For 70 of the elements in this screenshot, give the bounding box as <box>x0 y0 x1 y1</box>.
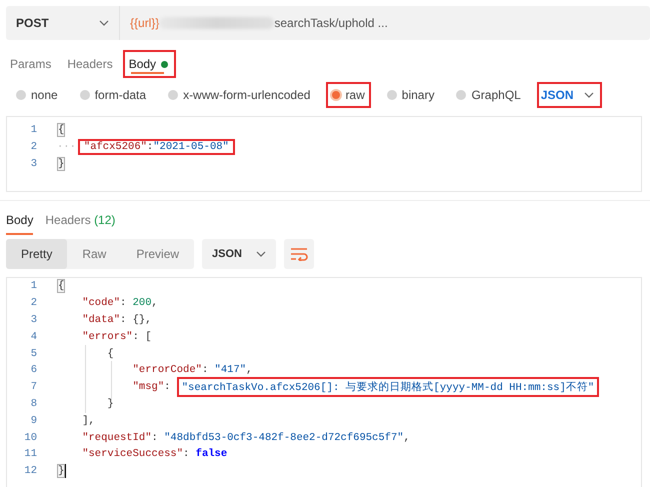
status-dot-icon <box>161 60 168 68</box>
code-text: "417" <box>214 364 246 376</box>
request-tab[interactable]: Params <box>4 50 60 78</box>
line-number: 4 <box>30 330 38 343</box>
line-number: 1 <box>30 124 38 136</box>
line-number: 7 <box>30 381 38 394</box>
code-text: : <box>202 364 210 376</box>
code-text: "afcx5206":"2021-05-08" <box>78 138 235 154</box>
body-type-radio[interactable]: raw <box>326 82 371 108</box>
code-text: "requestId" <box>81 432 152 444</box>
body-type-radio[interactable]: none <box>10 82 64 108</box>
bracket-text: } <box>57 464 66 478</box>
format-dropdown[interactable]: JSON <box>202 239 276 269</box>
view-mode-button[interactable]: Pretty <box>6 239 68 269</box>
line-number: 11 <box>23 448 38 460</box>
code-text: : <box>152 432 159 444</box>
view-mode-button[interactable]: Raw <box>67 239 122 269</box>
body-type-radio[interactable]: binary <box>380 82 440 108</box>
code-text: , <box>152 297 158 310</box>
code-text: : <box>120 297 128 310</box>
code-text: "data" <box>81 314 120 326</box>
caret-icon <box>584 92 594 98</box>
body-type-radio[interactable]: x-www-form-urlencoded <box>162 82 316 108</box>
bracket-text: { <box>57 279 66 294</box>
line-number: 2 <box>30 297 38 310</box>
response-tab[interactable]: Body <box>6 213 34 235</box>
code-text: false <box>196 448 228 460</box>
body-type-radio[interactable]: form-data <box>74 82 152 108</box>
line-number: 12 <box>23 465 38 478</box>
request-tab[interactable]: Body <box>122 50 176 78</box>
line-number: 3 <box>30 158 38 170</box>
code-text: "msg" <box>132 381 164 394</box>
line-number: 5 <box>30 348 38 360</box>
wrap-lines-icon <box>290 247 308 261</box>
code-text: 200 <box>132 297 152 310</box>
code-text: , <box>404 432 410 444</box>
caret-icon <box>256 251 266 257</box>
code-text: ], <box>81 414 95 427</box>
line-number: 9 <box>30 414 38 427</box>
code-text: "errorCode" <box>132 364 202 376</box>
code-text: "serviceSuccess" <box>81 448 184 460</box>
code-text: "searchTaskVo.afcx5206[]: 与要求的日期格式[yyyy-MM-dd HH:mm:ss]不符" <box>176 377 600 398</box>
line-number: 6 <box>30 364 38 376</box>
view-mode-button[interactable]: Preview <box>121 239 194 269</box>
code-text: } <box>106 398 114 410</box>
request-tab[interactable]: Headers <box>61 50 121 78</box>
whitespace-marker: ··· <box>57 140 76 152</box>
response-tab[interactable]: Headers (12) <box>45 213 116 235</box>
line-number: 10 <box>23 432 38 444</box>
code-text: , <box>246 364 252 376</box>
wrap-button[interactable] <box>284 239 314 269</box>
code-text: "errors" <box>81 330 133 343</box>
url-field[interactable]: {{url}} searchTask/uphold ... <box>120 6 388 40</box>
caret-icon <box>99 20 109 26</box>
line-number: 3 <box>30 314 38 326</box>
code-text: "48dbfd53-0cf3-482f-8ee2-d72cf695c5f7" <box>164 432 404 444</box>
code-text: : <box>183 448 190 460</box>
code-text: : {}, <box>120 314 152 326</box>
method-dropdown[interactable]: POST <box>6 6 120 40</box>
body-type-radio[interactable]: GraphQL <box>450 82 527 108</box>
bracket-text: { <box>57 122 66 136</box>
line-number: 1 <box>30 280 38 292</box>
code-text: : <box>164 381 172 394</box>
language-dropdown[interactable]: JSON <box>536 82 602 108</box>
code-text: : [ <box>132 330 152 343</box>
bracket-text: } <box>57 156 66 170</box>
code-text: "code" <box>81 297 120 310</box>
line-number: 2 <box>30 140 38 152</box>
line-number: 8 <box>30 398 38 410</box>
code-text: { <box>106 348 114 360</box>
